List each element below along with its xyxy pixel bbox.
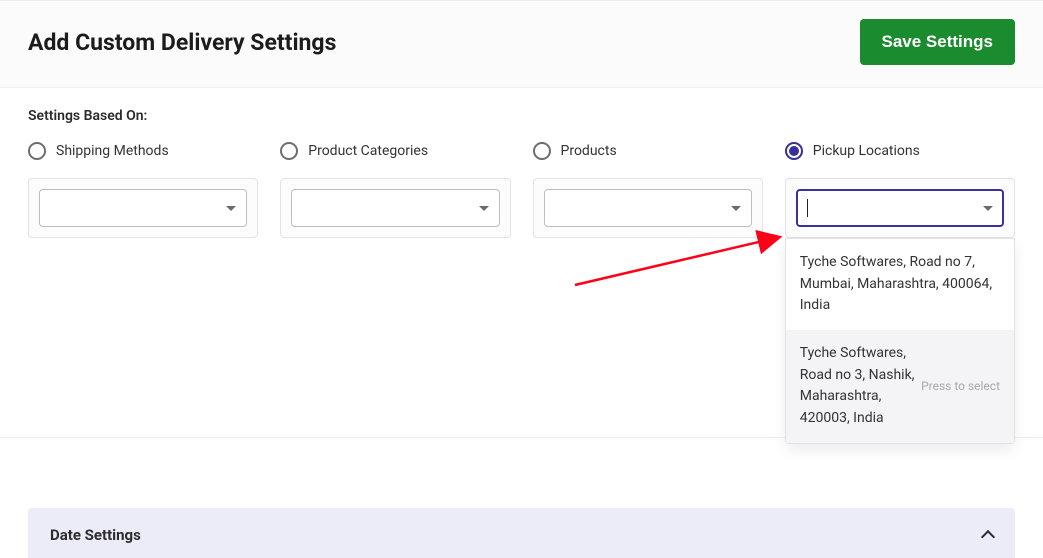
radio-products[interactable]: Products — [533, 142, 763, 160]
radio-label: Product Categories — [308, 143, 428, 159]
date-settings-accordion[interactable]: Date Settings — [28, 508, 1015, 558]
page-title: Add Custom Delivery Settings — [28, 29, 336, 56]
chevron-down-icon — [731, 206, 741, 211]
radio-label: Pickup Locations — [813, 143, 920, 159]
save-settings-button[interactable]: Save Settings — [860, 19, 1016, 65]
chevron-down-icon — [983, 206, 993, 211]
radio-shipping-methods[interactable]: Shipping Methods — [28, 142, 258, 160]
radio-label: Products — [561, 143, 617, 159]
radio-icon — [785, 142, 803, 160]
settings-based-on-label: Settings Based On: — [0, 88, 1043, 124]
pickup-locations-select[interactable] — [796, 189, 1004, 227]
pickup-locations-dropdown: Tyche Softwares, Road no 7, Mumbai, Maha… — [785, 238, 1015, 444]
dropdown-option-text: Tyche Softwares, Road no 3, Nashik, Maha… — [800, 343, 915, 430]
radio-product-categories[interactable]: Product Categories — [280, 142, 510, 160]
radio-icon — [28, 142, 46, 160]
dropdown-option-text: Tyche Softwares, Road no 7, Mumbai, Maha… — [800, 252, 1000, 317]
radio-label: Shipping Methods — [56, 143, 169, 159]
radio-icon — [280, 142, 298, 160]
shipping-methods-select[interactable] — [39, 189, 247, 227]
chevron-up-icon — [981, 530, 995, 544]
radio-pickup-locations[interactable]: Pickup Locations — [785, 142, 1015, 160]
chevron-down-icon — [479, 206, 489, 211]
accordion-title: Date Settings — [50, 526, 141, 544]
press-to-select-hint: Press to select — [921, 377, 1000, 396]
dropdown-option[interactable]: Tyche Softwares, Road no 3, Nashik, Maha… — [786, 330, 1014, 443]
product-categories-select[interactable] — [291, 189, 499, 227]
dropdown-option[interactable]: Tyche Softwares, Road no 7, Mumbai, Maha… — [786, 239, 1014, 330]
chevron-down-icon — [226, 206, 236, 211]
radio-icon — [533, 142, 551, 160]
products-select[interactable] — [544, 189, 752, 227]
text-cursor-icon — [807, 199, 808, 217]
